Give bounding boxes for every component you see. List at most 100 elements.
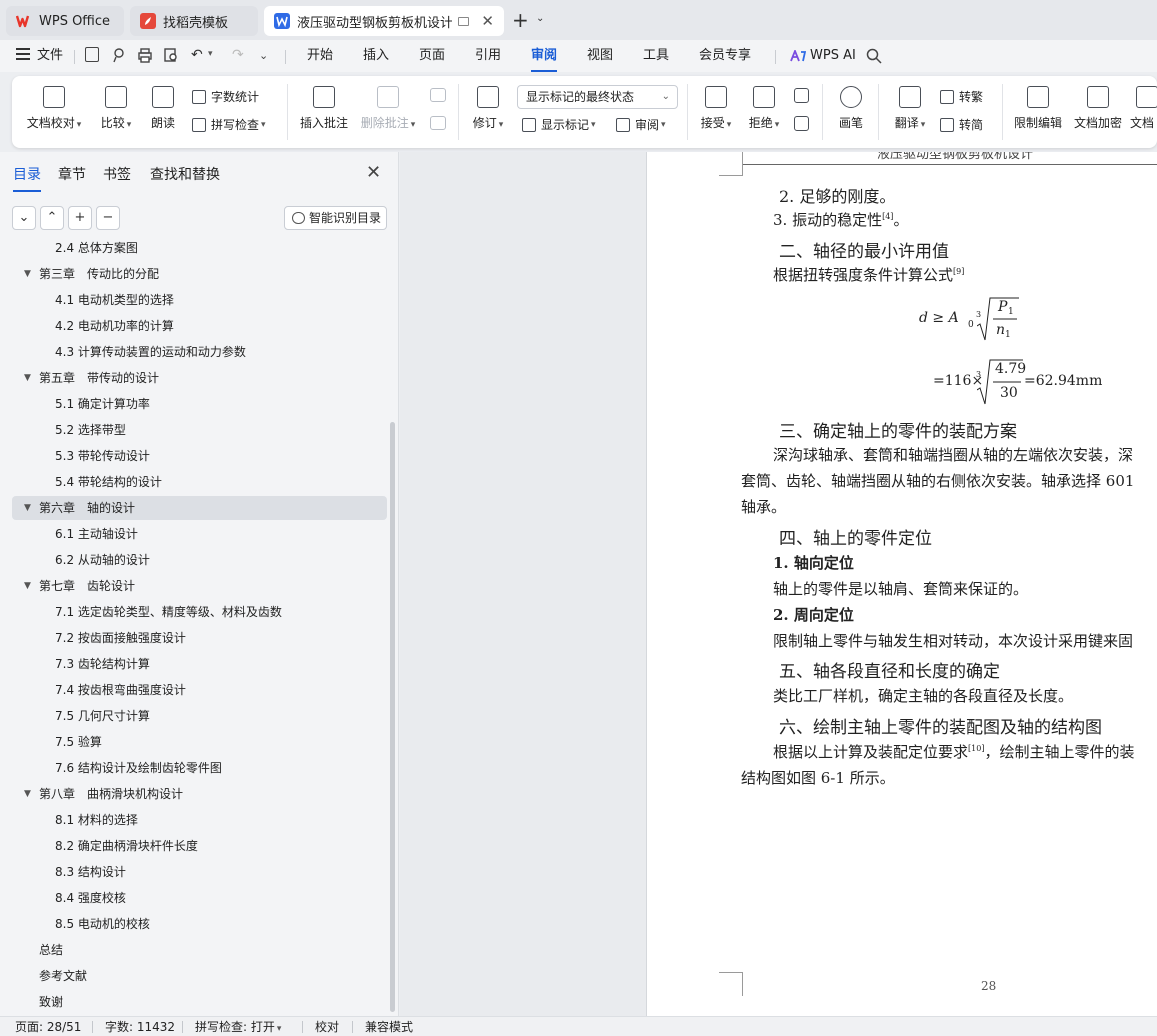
- chevron-down-icon[interactable]: ⌄: [536, 13, 544, 24]
- toc-section-item[interactable]: 7.3 齿轮结构计算: [12, 652, 387, 676]
- show-markup-button[interactable]: 显示标记 ▾: [522, 116, 596, 133]
- document-canvas[interactable]: 液压驱动型钢板剪板机设计 2. 足够的刚度。 3. 振动的稳定性[4]。 二、轴…: [400, 152, 1157, 1016]
- toc-section-item[interactable]: 8.5 电动机的校核: [12, 912, 387, 936]
- more-quick-access-icon[interactable]: ⌄: [259, 49, 275, 65]
- toc-chapter-item[interactable]: ▼ 第六章 轴的设计: [12, 496, 387, 520]
- toc-chapter-item[interactable]: ▼ 第五章 带传动的设计: [12, 366, 387, 390]
- toc-section-item[interactable]: 8.4 强度校核: [12, 886, 387, 910]
- word-count-button[interactable]: 字数统计: [192, 88, 259, 105]
- save-icon[interactable]: [85, 47, 99, 62]
- doc-proof-button[interactable]: 文档校对 ▾: [26, 86, 82, 131]
- expand-triangle-icon[interactable]: ▼: [24, 262, 31, 286]
- read-aloud-button[interactable]: 朗读: [148, 86, 178, 131]
- toc-section-item[interactable]: 7.4 按齿根弯曲强度设计: [12, 678, 387, 702]
- search-icon[interactable]: [866, 48, 882, 64]
- review-pane-button[interactable]: 审阅 ▾: [616, 116, 666, 133]
- doc-more-button[interactable]: 文档: [1130, 86, 1157, 131]
- toc-section-item[interactable]: 8.3 结构设计: [12, 860, 387, 884]
- toc-section-item[interactable]: 6.1 主动轴设计: [12, 522, 387, 546]
- tab-docer-templates[interactable]: 找稻壳模板: [130, 6, 258, 36]
- print-preview-icon[interactable]: [163, 47, 179, 63]
- page-indicator[interactable]: 页面: 28/51: [15, 1019, 81, 1035]
- proofread-status[interactable]: 校对: [315, 1019, 339, 1035]
- toc-section-item[interactable]: 7.2 按齿面接触强度设计: [12, 626, 387, 650]
- toc-chapter-item[interactable]: ▼ 第八章 曲柄滑块机构设计: [12, 782, 387, 806]
- tab-bookmarks[interactable]: 书签: [103, 164, 131, 184]
- next-change-button[interactable]: [792, 116, 810, 137]
- toc-chapter-item[interactable]: 参考文献: [12, 964, 387, 988]
- hamburger-menu-icon[interactable]: [16, 48, 30, 60]
- menu-wps-ai[interactable]: WPS AI: [810, 46, 856, 66]
- pen-button[interactable]: 画笔: [834, 86, 868, 131]
- word-count[interactable]: 字数: 11432: [105, 1019, 175, 1035]
- document-page[interactable]: 液压驱动型钢板剪板机设计 2. 足够的刚度。 3. 振动的稳定性[4]。 二、轴…: [646, 152, 1157, 1016]
- prev-change-button[interactable]: [792, 88, 810, 109]
- markup-state-select[interactable]: 显示标记的最终状态 ⌄: [517, 85, 678, 109]
- toc-section-item[interactable]: 7.5 验算: [12, 730, 387, 754]
- toc-section-item[interactable]: 2.4 总体方案图: [12, 240, 387, 260]
- toc-section-item[interactable]: 7.6 结构设计及绘制齿轮零件图: [12, 756, 387, 780]
- toc-section-item[interactable]: 8.2 确定曲柄滑块杆件长度: [12, 834, 387, 858]
- close-icon[interactable]: ✕: [366, 164, 381, 182]
- menu-page[interactable]: 页面: [419, 46, 445, 66]
- menu-file[interactable]: 文件: [37, 46, 63, 66]
- track-changes-button[interactable]: 修订 ▾: [468, 86, 508, 131]
- undo-icon[interactable]: ↶: [191, 47, 207, 63]
- print-icon[interactable]: [137, 47, 153, 63]
- translate-button[interactable]: 翻译 ▾: [890, 86, 930, 131]
- toc-section-item[interactable]: 8.1 材料的选择: [12, 808, 387, 832]
- menu-home[interactable]: 开始: [307, 46, 333, 66]
- toc-section-item[interactable]: 5.3 带轮传动设计: [12, 444, 387, 468]
- tab-sections[interactable]: 章节: [58, 164, 86, 184]
- to-traditional-button[interactable]: 转繁: [940, 88, 983, 105]
- toc-section-item[interactable]: 5.2 选择带型: [12, 418, 387, 442]
- menu-review[interactable]: 审阅: [531, 46, 558, 72]
- toc-section-item[interactable]: 6.2 从动轴的设计: [12, 548, 387, 572]
- menu-tools[interactable]: 工具: [643, 46, 669, 66]
- menu-insert[interactable]: 插入: [363, 46, 389, 66]
- pane-scrollbar[interactable]: [390, 422, 395, 1012]
- toc-section-item[interactable]: 4.2 电动机功率的计算: [12, 314, 387, 338]
- tab-find-replace[interactable]: 查找和替换: [150, 164, 220, 184]
- reject-button[interactable]: 拒绝 ▾: [744, 86, 784, 131]
- menu-member[interactable]: 会员专享: [699, 46, 751, 66]
- toc-chapter-item[interactable]: ▼ 第三章 传动比的分配: [12, 262, 387, 286]
- toc-chapter-item[interactable]: 总结: [12, 938, 387, 962]
- spell-check-button[interactable]: 拼写检查 ▾: [192, 116, 266, 133]
- collapse-up-button[interactable]: ⌃: [40, 206, 64, 230]
- insert-comment-button[interactable]: 插入批注: [299, 86, 349, 131]
- toc-section-item[interactable]: 7.1 选定齿轮类型、精度等级、材料及齿数: [12, 600, 387, 624]
- toc-chapter-item[interactable]: 致谢: [12, 990, 387, 1014]
- to-simplified-button[interactable]: 转简: [940, 116, 983, 133]
- restrict-edit-button[interactable]: 限制编辑: [1012, 86, 1064, 131]
- toc-chapter-item[interactable]: ▼ 第七章 齿轮设计: [12, 574, 387, 598]
- new-tab-icon[interactable]: +: [512, 8, 529, 32]
- expand-triangle-icon[interactable]: ▼: [24, 574, 31, 598]
- expand-triangle-icon[interactable]: ▼: [24, 496, 31, 520]
- add-heading-button[interactable]: +: [68, 206, 92, 230]
- expand-triangle-icon[interactable]: ▼: [24, 366, 31, 390]
- toc-section-item[interactable]: 5.4 带轮结构的设计: [12, 470, 387, 494]
- menu-view[interactable]: 视图: [587, 46, 613, 66]
- expand-down-button[interactable]: ⌄: [12, 206, 36, 230]
- spell-check-status[interactable]: 拼写检查: 打开 ▾: [195, 1019, 281, 1036]
- monitor-icon[interactable]: [458, 16, 470, 26]
- remove-heading-button[interactable]: −: [96, 206, 120, 230]
- encrypt-doc-button[interactable]: 文档加密: [1072, 86, 1124, 131]
- expand-triangle-icon[interactable]: ▼: [24, 782, 31, 806]
- accept-button[interactable]: 接受 ▾: [696, 86, 736, 131]
- close-tab-icon[interactable]: ✕: [481, 12, 494, 30]
- toc-section-item[interactable]: 7.5 几何尺寸计算: [12, 704, 387, 728]
- toc-section-item[interactable]: 4.3 计算传动装置的运动和动力参数: [12, 340, 387, 364]
- compare-button[interactable]: 比较 ▾: [96, 86, 136, 131]
- share-icon[interactable]: [111, 47, 127, 63]
- tab-toc[interactable]: 目录: [13, 164, 41, 192]
- smart-toc-button[interactable]: 智能识别目录: [284, 206, 387, 230]
- tab-current-document[interactable]: 液压驱动型钢板剪板机设计 说 ✕: [264, 6, 504, 36]
- menu-references[interactable]: 引用: [475, 46, 501, 66]
- tab-wps-office[interactable]: WPS Office: [6, 6, 124, 36]
- toc-section-item[interactable]: 4.1 电动机类型的选择: [12, 288, 387, 312]
- wps-ai-icon[interactable]: [790, 48, 807, 62]
- undo-dropdown-icon[interactable]: ▾: [208, 49, 224, 65]
- toc-section-item[interactable]: 5.1 确定计算功率: [12, 392, 387, 416]
